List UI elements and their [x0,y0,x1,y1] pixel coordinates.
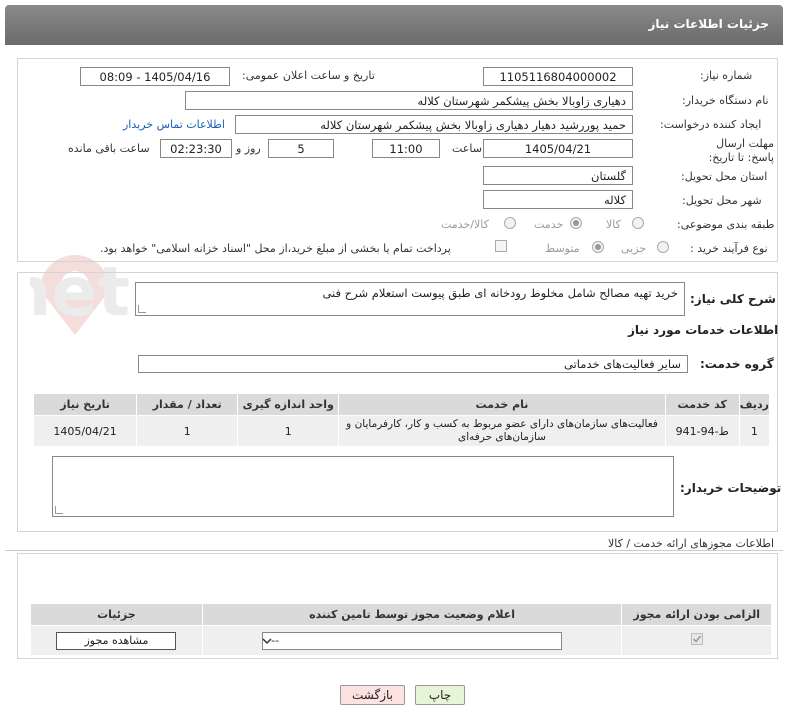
contact-info-link[interactable]: اطلاعات تماس خریدار [123,118,225,131]
required-checkbox [690,633,703,645]
services-table: ردیف کد خدمت نام خدمت واحد اندازه گیری ت… [32,393,771,447]
cell-unit: 1 [237,415,340,447]
back-button[interactable]: بازگشت [340,685,405,705]
deadline-date-field: 1405/04/21 [483,139,633,158]
city-label: شهر محل تحویل: [682,194,762,207]
panel-header: جزئیات اطلاعات نیاز [5,5,783,45]
checkmark-icon [692,635,701,643]
buyer-notes-text [53,457,673,463]
view-permit-button[interactable]: مشاهده مجوز [56,631,177,650]
col-date: تاریخ نیاز [32,393,138,416]
buyer-org-field: دهیاری زاوبالا بخش پیشکمر شهرستان کلاله [185,91,633,110]
cell-row: 1 [738,415,771,447]
resize-grip-icon[interactable] [55,506,63,514]
buyer-org-label: نام دستگاه خریدار: [682,94,769,107]
announce-field: 1405/04/16 - 08:09 [80,67,230,86]
permits-table: الزامی بودن ارائه مجوز اعلام وضعیت مجوز … [30,603,772,656]
deadline-time-field: 11:00 [372,139,440,158]
process-label: نوع فرآیند خرید : [690,242,768,255]
col-qty: تعداد / مقدار [136,393,239,416]
cell-qty: 1 [136,415,239,447]
days-field: 5 [268,139,334,158]
description-field: خرید تهیه مصالح شامل مخلوط رودخانه ای طب… [135,282,685,316]
remaining-time-field: 02:23:30 [160,139,232,158]
process-option-minor: جزیی [621,242,647,255]
page-title: جزئیات اطلاعات نیاز [648,17,769,31]
creator-field: حمید پوررشید دهیار دهیاری زاوبالا بخش پی… [235,115,633,134]
treasury-checkbox[interactable] [495,240,507,252]
col-required: الزامی بودن ارائه مجوز [621,603,772,626]
cell-date: 1405/04/21 [32,415,138,447]
cell-name: فعالیت‌های سازمان‌های دارای عضو مربوط به… [338,415,666,447]
col-code: کد خدمت [664,393,740,416]
category-option-goods-service: کالا/خدمت [441,218,489,231]
permits-section-title: اطلاعات مجوزهای ارائه خدمت / کالا [608,537,775,550]
remaining-label: ساعت باقی مانده [68,142,150,155]
process-radio-minor[interactable] [657,241,669,253]
city-field: کلاله [483,190,633,209]
description-text: خرید تهیه مصالح شامل مخلوط رودخانه ای طب… [322,286,678,300]
days-label: روز و [236,142,261,155]
buyer-notes-field [52,456,674,517]
col-details: جزئیات [30,603,203,626]
status-select[interactable]: -- [262,631,563,650]
cell-details: مشاهده مجوز [30,625,203,656]
col-row: ردیف [738,393,771,416]
category-radio-service[interactable] [570,217,582,229]
table-row: -- مشاهده مجوز [30,625,772,656]
process-option-medium: متوسط [545,242,580,255]
category-label: طبقه بندی موضوعی: [677,218,775,231]
description-label: شرح کلی نیاز: [690,292,776,306]
category-radio-goods[interactable] [632,217,644,229]
table-row: 1 ط-94-941 فعالیت‌های سازمان‌های دارای ع… [32,415,771,447]
resize-grip-icon[interactable] [138,305,146,313]
payment-note: پرداخت تمام یا بخشی از مبلغ خرید،از محل … [100,242,451,255]
services-section-title: اطلاعات خدمات مورد نیاز [628,323,779,337]
category-option-service: خدمت [534,218,564,231]
cell-code: ط-94-941 [664,415,740,447]
divider [5,550,783,551]
need-info-box [17,58,778,262]
col-name: نام خدمت [338,393,666,416]
need-number-label: شماره نیاز: [700,69,753,82]
cell-required [621,625,772,656]
service-group-label: گروه خدمت: [700,357,774,371]
cell-status: -- [201,625,623,656]
services-table-header: ردیف کد خدمت نام خدمت واحد اندازه گیری ت… [32,393,771,416]
category-radio-goods-service[interactable] [504,217,516,229]
service-group-field: سایر فعالیت‌های خدماتی [138,355,688,373]
print-button[interactable]: چاپ [415,685,465,705]
province-field: گلستان [483,166,633,185]
announce-label: تاریخ و ساعت اعلان عمومی: [242,69,375,82]
process-radio-medium[interactable] [592,241,604,253]
creator-label: ایجاد کننده درخواست: [660,118,762,131]
category-option-goods: کالا [606,218,621,231]
deadline-label: مهلت ارسال پاسخ: تا تاریخ: [708,137,774,164]
chevron-down-icon [262,637,272,644]
need-number-field: 1105116804000002 [483,67,633,86]
permits-table-header: الزامی بودن ارائه مجوز اعلام وضعیت مجوز … [30,603,772,626]
col-status: اعلام وضعیت مجوز توسط تامین کننده [201,603,623,626]
province-label: استان محل تحویل: [681,170,768,183]
col-unit: واحد اندازه گیری [237,393,340,416]
time-label-text: ساعت [452,142,482,155]
buyer-notes-label: توضیحات خریدار: [680,481,782,495]
